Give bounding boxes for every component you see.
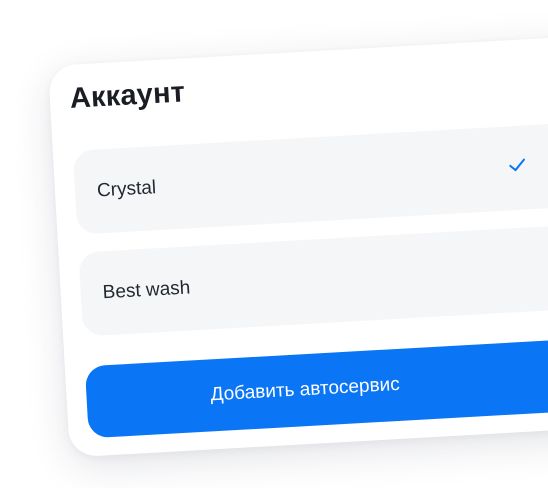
account-item-best-wash[interactable]: Best wash bbox=[78, 224, 548, 337]
checkmark-icon bbox=[509, 158, 525, 172]
account-card: Аккаунт Crystal Best wash Добавить автос… bbox=[48, 34, 548, 458]
screen: Аккаунт Crystal Best wash Добавить автос… bbox=[0, 0, 548, 488]
account-item-crystal[interactable]: Crystal bbox=[72, 122, 548, 235]
add-service-button[interactable]: Добавить автосервис bbox=[84, 338, 548, 439]
add-service-button-label: Добавить автосервис bbox=[210, 373, 401, 406]
account-label: Best wash bbox=[102, 277, 191, 304]
card-title: Аккаунт bbox=[68, 76, 186, 115]
account-label: Crystal bbox=[96, 177, 157, 202]
